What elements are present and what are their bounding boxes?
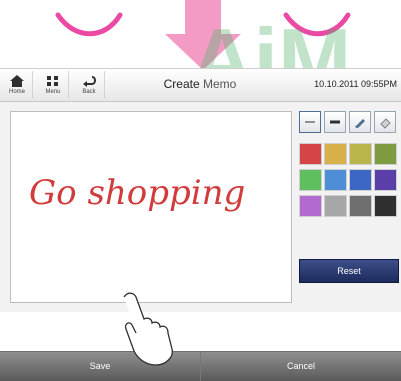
color-swatch[interactable] [374, 195, 397, 217]
thick-line-tool[interactable] [324, 111, 346, 133]
date-time: 10.10.2011 09:55PM [314, 79, 397, 89]
home-icon [10, 75, 24, 87]
decorative-circles [55, 12, 351, 37]
back-arrow-icon [83, 76, 96, 87]
color-swatch[interactable] [349, 169, 372, 191]
eraser-icon [380, 118, 391, 129]
handwritten-memo: Go shopping [29, 173, 245, 213]
arrow-down-icon [165, 0, 241, 70]
reset-button[interactable]: Reset [299, 259, 399, 283]
bottom-action-bar: Save Cancel [0, 351, 401, 381]
menu-button[interactable]: Menu [38, 71, 69, 99]
home-label: Home [8, 89, 25, 95]
pencil-tool[interactable] [349, 111, 371, 133]
color-swatch[interactable] [349, 143, 372, 165]
back-button[interactable]: Back [74, 71, 105, 99]
grid-icon [47, 76, 58, 86]
color-swatch[interactable] [299, 143, 322, 165]
color-swatch[interactable] [299, 195, 322, 217]
color-swatch[interactable] [349, 195, 372, 217]
title-part-1: Create [163, 77, 203, 91]
handwritten-text: Go shopping [29, 173, 245, 213]
color-swatch[interactable] [324, 143, 347, 165]
color-swatch[interactable] [374, 143, 397, 165]
menu-label: Menu [45, 89, 61, 95]
memo-screen: Home Menu Back Create Memo 10.10.2011 09… [0, 68, 401, 381]
title-part-2: Memo [203, 77, 237, 91]
thick-line-icon [330, 120, 340, 124]
color-swatch[interactable] [374, 169, 397, 191]
pencil-icon [355, 119, 365, 128]
color-swatch[interactable] [324, 195, 347, 217]
color-swatch[interactable] [324, 169, 347, 191]
thin-line-tool[interactable] [299, 111, 321, 133]
thin-line-icon [305, 121, 315, 123]
eraser-tool[interactable] [374, 111, 396, 133]
back-label: Back [82, 89, 96, 95]
pen-options [299, 111, 397, 133]
drawing-canvas[interactable]: Go shopping [10, 111, 292, 303]
page-title: Create Memo [140, 77, 260, 91]
home-button[interactable]: Home [2, 71, 33, 99]
color-swatch[interactable] [299, 169, 322, 191]
top-bar: Home Menu Back Create Memo 10.10.2011 09… [0, 69, 401, 102]
